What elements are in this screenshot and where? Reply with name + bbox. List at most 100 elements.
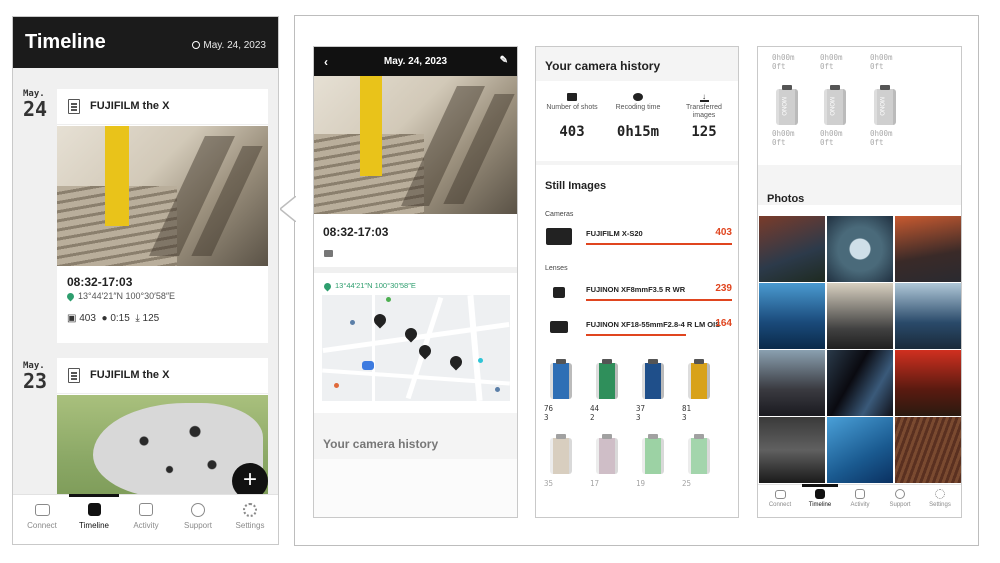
mono-film-count: 0h00m 0ft — [870, 53, 893, 71]
card-photo[interactable] — [57, 126, 268, 266]
film-can-icon[interactable] — [688, 434, 710, 474]
day-label: May. 24 — [23, 89, 59, 119]
add-button[interactable]: + — [232, 463, 268, 494]
tab-activity[interactable]: Activity — [125, 495, 167, 530]
film-video-count: 3 — [544, 413, 549, 422]
tab-support[interactable]: Support — [882, 485, 918, 508]
film-count: 76 3 — [544, 404, 553, 422]
camera-thumbnail-icon — [546, 228, 572, 245]
header-date-text: May. 24, 2023 — [203, 40, 266, 51]
detail-photo[interactable] — [314, 76, 517, 214]
photo-thumbnail[interactable] — [895, 283, 961, 349]
tab-timeline[interactable]: Timeline — [69, 494, 119, 530]
photo-thumbnail[interactable] — [759, 350, 825, 416]
photo-thumbnail[interactable] — [827, 216, 893, 282]
map-marker — [334, 383, 339, 388]
stat-rec-time: 0:15 — [110, 313, 130, 324]
film-count: 44 2 — [590, 404, 599, 422]
film-can-icon[interactable] — [596, 359, 618, 399]
film-can-icon[interactable] — [642, 434, 664, 474]
tab-connect[interactable]: Connect — [21, 495, 63, 530]
detail-gps-text: 13°44′21″N 100°30′58″E — [335, 281, 416, 290]
mono-film-frames: 0ft — [772, 62, 786, 71]
film-count: 81 3 — [682, 404, 691, 422]
film-shot-count: 35 — [544, 479, 554, 488]
photo-thumbnail[interactable] — [827, 417, 893, 483]
film-can-icon[interactable]: MONO — [824, 85, 846, 125]
tab-label: Timeline — [79, 521, 109, 530]
tab-connect[interactable]: Connect — [762, 485, 798, 508]
download-icon: ⤓ — [135, 313, 140, 324]
film-can-icon[interactable] — [688, 359, 710, 399]
stat-recording-time: Recoding time 0h15m — [606, 93, 670, 140]
tab-label: Support — [183, 521, 213, 530]
film-can-icon[interactable] — [642, 359, 664, 399]
stat-label: Recoding time — [615, 104, 661, 111]
film-can-icon[interactable] — [550, 359, 572, 399]
location-pin-icon — [322, 281, 333, 291]
map-pin-icon[interactable] — [447, 353, 465, 371]
timeline-feed[interactable]: May. 24 FUJIFILM the X 08:32-17:03 13°44… — [13, 68, 278, 494]
timeline-screen: Timeline May. 24, 2023 May. 24 FUJIFILM … — [12, 16, 279, 545]
film-can-icon[interactable]: MONO — [776, 85, 798, 125]
film-shot-count: 25 — [682, 479, 692, 488]
photo-thumbnail[interactable] — [759, 216, 825, 282]
mono-film-time: 0h00m — [772, 53, 795, 62]
gear-icon — [935, 489, 945, 499]
photos-screen: 0h00m 0ft 0h00m 0ft 0h00m 0ft MONO 0h00m 0ft MONO… — [757, 46, 962, 518]
card-header: FUJIFILM the X — [57, 358, 268, 394]
card-header: FUJIFILM the X — [57, 89, 268, 125]
help-icon — [895, 489, 905, 499]
photo-thumbnail[interactable] — [895, 350, 961, 416]
map-view[interactable] — [322, 295, 510, 401]
photo-thumbnail[interactable] — [827, 350, 893, 416]
document-icon — [68, 368, 80, 383]
tab-label: Settings — [929, 502, 951, 508]
mono-film-time: 0h00m — [870, 129, 893, 138]
photo-thumbnail[interactable] — [895, 417, 961, 483]
photo-thumbnail[interactable] — [827, 283, 893, 349]
film-video-count: 2 — [590, 413, 595, 422]
stat-value: 125 — [691, 124, 717, 140]
tab-activity[interactable]: Activity — [842, 485, 878, 508]
comment-icon[interactable] — [324, 250, 333, 257]
film-can-icon[interactable] — [550, 434, 572, 474]
timeline-icon — [815, 489, 825, 499]
active-tab-indicator — [69, 494, 119, 497]
stat-value: 0h15m — [616, 124, 660, 140]
timeline-card[interactable]: FUJIFILM the X 08:32-17:03 13°44′21″N 10… — [57, 89, 268, 343]
camera-name: FUJIFILM X-S20 — [586, 229, 643, 238]
photo-thumbnail[interactable] — [759, 283, 825, 349]
photo-thumbnail[interactable] — [895, 216, 961, 282]
photo-thumbnail[interactable] — [759, 417, 825, 483]
map-marker — [495, 387, 500, 392]
film-can-icon[interactable]: MONO — [874, 85, 896, 125]
tab-support[interactable]: Support — [175, 495, 221, 530]
card-camera-name: FUJIFILM the X — [90, 100, 170, 112]
stat-number-of-shots: Number of shots 403 — [540, 93, 604, 140]
day-label: May. 23 — [23, 361, 59, 391]
activity-icon — [139, 503, 153, 516]
header-date[interactable]: May. 24, 2023 — [192, 40, 266, 51]
film-shot-count: 44 — [590, 404, 600, 413]
mono-film-time: 0h00m — [820, 53, 843, 62]
card-time: 08:32-17:03 — [67, 275, 133, 289]
mono-film-frames: 0ft — [772, 138, 786, 147]
document-icon — [68, 99, 80, 114]
tab-settings[interactable]: Settings — [922, 485, 958, 508]
tab-timeline[interactable]: Timeline — [802, 484, 838, 508]
film-can-icon[interactable] — [596, 434, 618, 474]
edit-icon[interactable]: ✎ — [500, 55, 508, 66]
mono-film-label: MONO — [878, 97, 884, 116]
detail-date: May. 24, 2023 — [383, 56, 448, 67]
mono-film-count: 0h00m 0ft — [820, 129, 843, 147]
tab-settings[interactable]: Settings — [227, 495, 273, 530]
tab-label: Activity — [850, 502, 870, 508]
active-tab-indicator — [802, 484, 838, 487]
divider — [536, 161, 738, 165]
tab-label: Connect — [768, 502, 792, 508]
lens-count: 164 — [715, 318, 732, 329]
card-stats: ▣ 403 ● 0:15 ⤓ 125 — [67, 313, 262, 324]
film-video-count: 3 — [682, 413, 687, 422]
mono-film-count: 0h00m 0ft — [772, 129, 795, 147]
